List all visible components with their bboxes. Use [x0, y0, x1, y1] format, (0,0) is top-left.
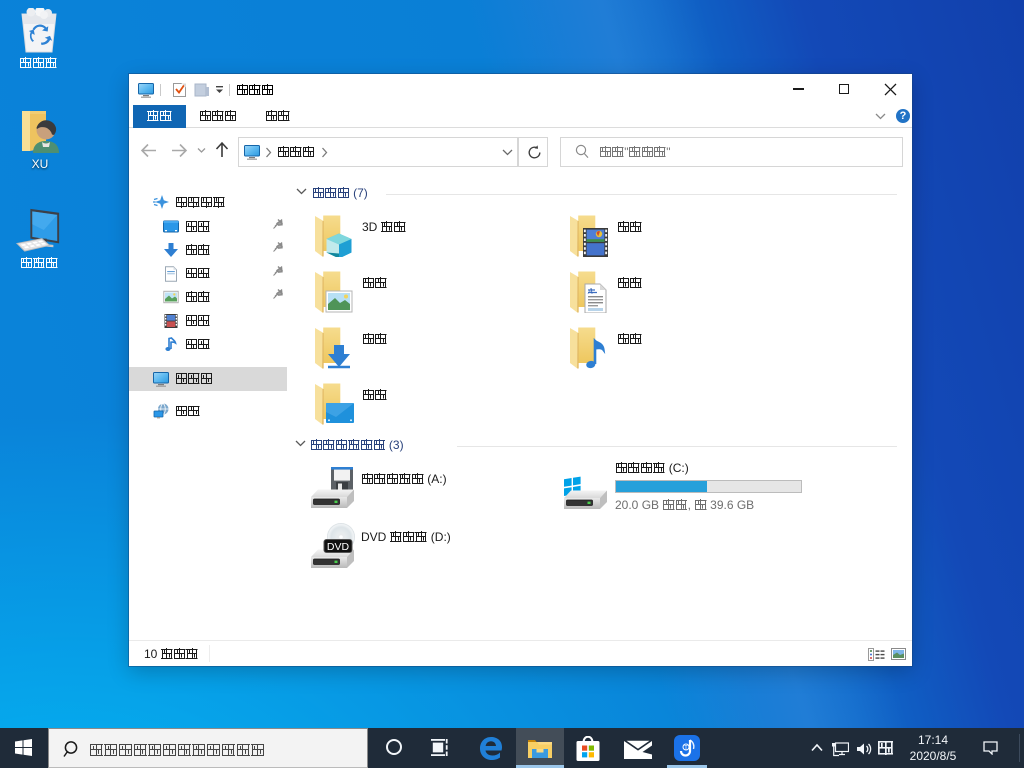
svg-text:A: A: [587, 287, 593, 296]
svg-text:DVD: DVD: [327, 541, 350, 553]
svg-text:T: T: [684, 745, 688, 752]
